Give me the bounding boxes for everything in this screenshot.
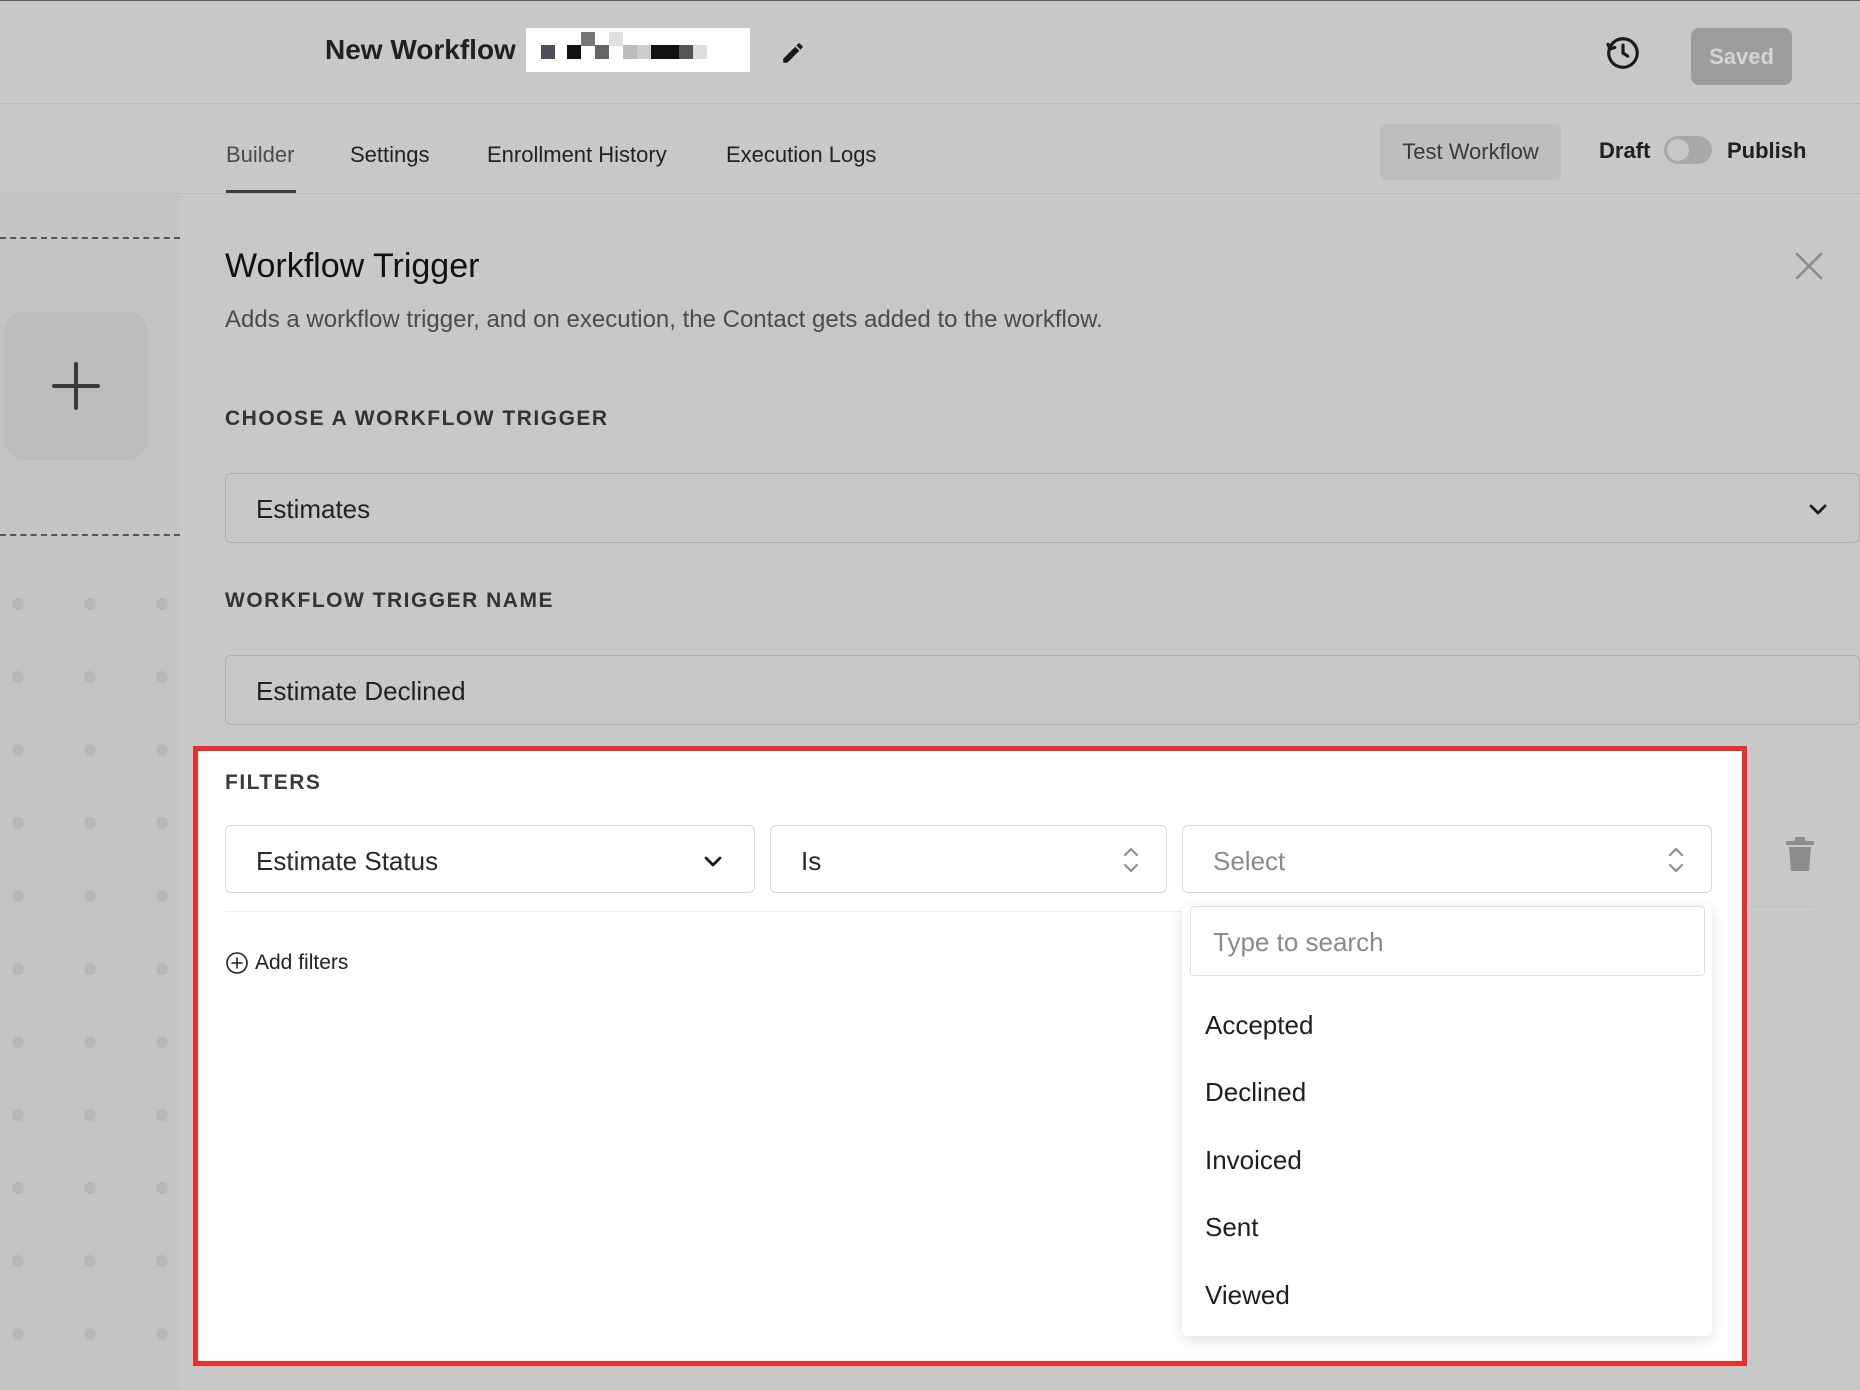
canvas-grid-dot: [12, 1109, 24, 1121]
canvas-grid-dot: [84, 1036, 96, 1048]
canvas-grid-dot: [84, 1109, 96, 1121]
chevron-down-icon: [704, 856, 722, 867]
add-filters-button[interactable]: Add filters: [225, 951, 348, 975]
tab-builder[interactable]: Builder: [226, 142, 294, 168]
dropdown-option-invoiced[interactable]: Invoiced: [1205, 1145, 1302, 1176]
filter-value-placeholder: Select: [1213, 846, 1286, 876]
canvas-grid-dot: [84, 598, 96, 610]
canvas-grid-dot: [12, 1036, 24, 1048]
plus-circle-icon: [226, 952, 248, 974]
redaction-block: [595, 45, 609, 59]
add-filters-label: Add filters: [255, 951, 349, 974]
draft-label: Draft: [1599, 138, 1651, 163]
canvas-grid-dot: [12, 963, 24, 975]
canvas-grid-dot: [84, 1328, 96, 1340]
filter-row-divider: [225, 911, 1205, 912]
redaction-block: [541, 45, 555, 59]
plus-icon: [52, 362, 100, 410]
redaction-block: [637, 45, 651, 59]
trigger-section-label: CHOOSE A WORKFLOW TRIGGER: [225, 407, 609, 430]
redaction-block: [567, 45, 581, 59]
canvas-grid-dot: [12, 744, 24, 756]
canvas-grid-dot: [12, 817, 24, 829]
workflow-name-redacted[interactable]: [526, 28, 750, 72]
canvas-grid-dot: [84, 890, 96, 902]
canvas-grid-dot: [156, 1182, 168, 1194]
close-icon[interactable]: [1794, 251, 1824, 281]
dropdown-option-viewed[interactable]: Viewed: [1205, 1280, 1290, 1311]
canvas-connector-line: [0, 237, 180, 239]
canvas-grid-dot: [156, 1109, 168, 1121]
pencil-icon[interactable]: [780, 40, 806, 66]
canvas-grid-dot: [156, 671, 168, 683]
canvas-grid-dot: [84, 671, 96, 683]
canvas-grid-dot: [156, 598, 168, 610]
canvas-grid-dot: [12, 671, 24, 683]
history-icon[interactable]: [1604, 34, 1642, 72]
canvas-grid-dot: [156, 817, 168, 829]
canvas-grid-dot: [156, 1036, 168, 1048]
filter-value-select[interactable]: Select: [1182, 825, 1712, 893]
redaction-block: [651, 45, 679, 59]
panel-description: Adds a workflow trigger, and on executio…: [225, 306, 1103, 333]
canvas-grid-dot: [84, 963, 96, 975]
active-tab-indicator: [226, 190, 296, 193]
publish-toggle[interactable]: [1664, 136, 1712, 164]
test-workflow-button[interactable]: Test Workflow: [1380, 124, 1561, 180]
add-action-node[interactable]: [4, 312, 148, 460]
toggle-knob: [1667, 139, 1689, 161]
canvas-grid-dot: [12, 1182, 24, 1194]
redaction-block: [679, 45, 693, 59]
canvas-connector-line: [0, 534, 180, 536]
tab-settings[interactable]: Settings: [350, 142, 430, 168]
redaction-block: [623, 45, 637, 59]
publish-label: Publish: [1727, 138, 1807, 163]
redaction-block: [581, 32, 595, 46]
dropdown-option-sent[interactable]: Sent: [1205, 1212, 1259, 1243]
tab-enrollment-history[interactable]: Enrollment History: [487, 142, 667, 168]
redaction-block: [609, 32, 623, 46]
trash-icon[interactable]: [1784, 836, 1816, 872]
updown-chevron-icon: [1124, 848, 1138, 872]
filter-operator-select[interactable]: Is: [770, 825, 1167, 893]
filter-field-select[interactable]: Estimate Status: [225, 825, 755, 893]
canvas-grid-dot: [156, 1328, 168, 1340]
tab-bar: Builder Settings Enrollment History Exec…: [0, 104, 1860, 194]
name-section-label: WORKFLOW TRIGGER NAME: [225, 589, 554, 612]
trigger-name-input[interactable]: Estimate Declined: [225, 655, 1860, 725]
panel-title: Workflow Trigger: [225, 247, 480, 285]
canvas-grid-dot: [84, 744, 96, 756]
canvas-grid-dot: [84, 1182, 96, 1194]
canvas-grid-dot: [84, 1255, 96, 1267]
dropdown-search-input[interactable]: Type to search: [1190, 906, 1705, 976]
canvas-grid-dot: [12, 890, 24, 902]
dropdown-option-accepted[interactable]: Accepted: [1205, 1010, 1313, 1041]
canvas-grid-dot: [12, 1255, 24, 1267]
canvas-grid-dot: [156, 890, 168, 902]
canvas-grid-dot: [84, 817, 96, 829]
canvas-grid-dot: [156, 744, 168, 756]
chevron-down-icon: [1809, 504, 1827, 515]
tab-execution-logs[interactable]: Execution Logs: [726, 142, 876, 168]
filter-operator-value: Is: [801, 846, 822, 876]
dropdown-option-declined[interactable]: Declined: [1205, 1077, 1306, 1108]
trigger-name-value: Estimate Declined: [256, 676, 466, 706]
top-header: New Workflow : Saved: [0, 0, 1860, 104]
trigger-select-value: Estimates: [256, 494, 371, 524]
filter-value-dropdown: Type to search Accepted Declined Invoice…: [1182, 906, 1712, 1336]
workflow-title: New Workflow :: [325, 34, 533, 65]
canvas-grid-dot: [156, 963, 168, 975]
filter-field-value: Estimate Status: [256, 846, 439, 876]
filters-label: FILTERS: [225, 771, 322, 794]
canvas-grid-dot: [12, 1328, 24, 1340]
canvas-grid-dot: [12, 598, 24, 610]
updown-chevron-icon: [1669, 848, 1683, 872]
filter-row-divider: [1747, 906, 1815, 907]
saved-button[interactable]: Saved: [1691, 28, 1792, 85]
search-placeholder: Type to search: [1213, 927, 1384, 957]
canvas-grid-dot: [156, 1255, 168, 1267]
redaction-block: [693, 45, 707, 59]
trigger-select[interactable]: Estimates: [225, 473, 1860, 543]
workflow-canvas[interactable]: [0, 195, 180, 1390]
